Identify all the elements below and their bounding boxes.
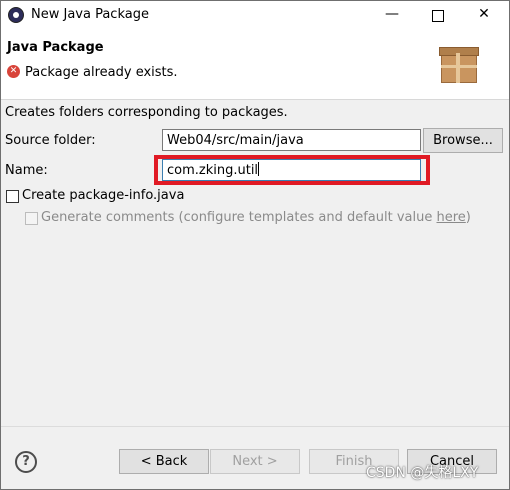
- wizard-header: Java Package ✕ Package already exists.: [1, 29, 509, 100]
- back-button[interactable]: < Back: [119, 449, 209, 474]
- window-title: New Java Package: [31, 7, 149, 22]
- eclipse-icon: [8, 7, 24, 23]
- error-message: Package already exists.: [25, 65, 178, 80]
- help-icon[interactable]: ?: [15, 451, 37, 473]
- generate-comments-text: Generate comments (configure templates a…: [41, 210, 437, 225]
- new-java-package-dialog: New Java Package — ✕ Java Package ✕ Pack…: [0, 0, 510, 490]
- error-icon: ✕: [7, 65, 20, 78]
- create-package-info-label: Create package-info.java: [22, 188, 185, 203]
- maximize-button[interactable]: [415, 1, 461, 29]
- generate-comments-label: Generate comments (configure templates a…: [41, 210, 471, 225]
- browse-button[interactable]: Browse...: [423, 128, 503, 153]
- source-folder-label: Source folder:: [5, 133, 96, 148]
- configure-templates-link[interactable]: here: [437, 210, 466, 225]
- minimize-button[interactable]: —: [369, 1, 415, 29]
- page-description: Creates folders corresponding to package…: [5, 105, 288, 120]
- source-folder-input[interactable]: Web04/src/main/java: [162, 129, 421, 151]
- next-button[interactable]: Next >: [210, 449, 300, 474]
- create-package-info-checkbox[interactable]: [6, 190, 19, 203]
- close-button[interactable]: ✕: [461, 1, 507, 29]
- name-label: Name:: [5, 163, 48, 178]
- generate-comments-checkbox[interactable]: [25, 212, 38, 225]
- watermark-text: CSDN @失格LXY: [366, 465, 479, 481]
- package-gift-icon: [439, 41, 479, 83]
- page-title: Java Package: [7, 40, 104, 55]
- footer-separator: [1, 426, 509, 427]
- maximize-icon: [432, 10, 444, 22]
- red-highlight-box: [154, 155, 430, 185]
- generate-comments-suffix: ): [465, 210, 471, 225]
- title-bar: New Java Package — ✕: [1, 1, 509, 29]
